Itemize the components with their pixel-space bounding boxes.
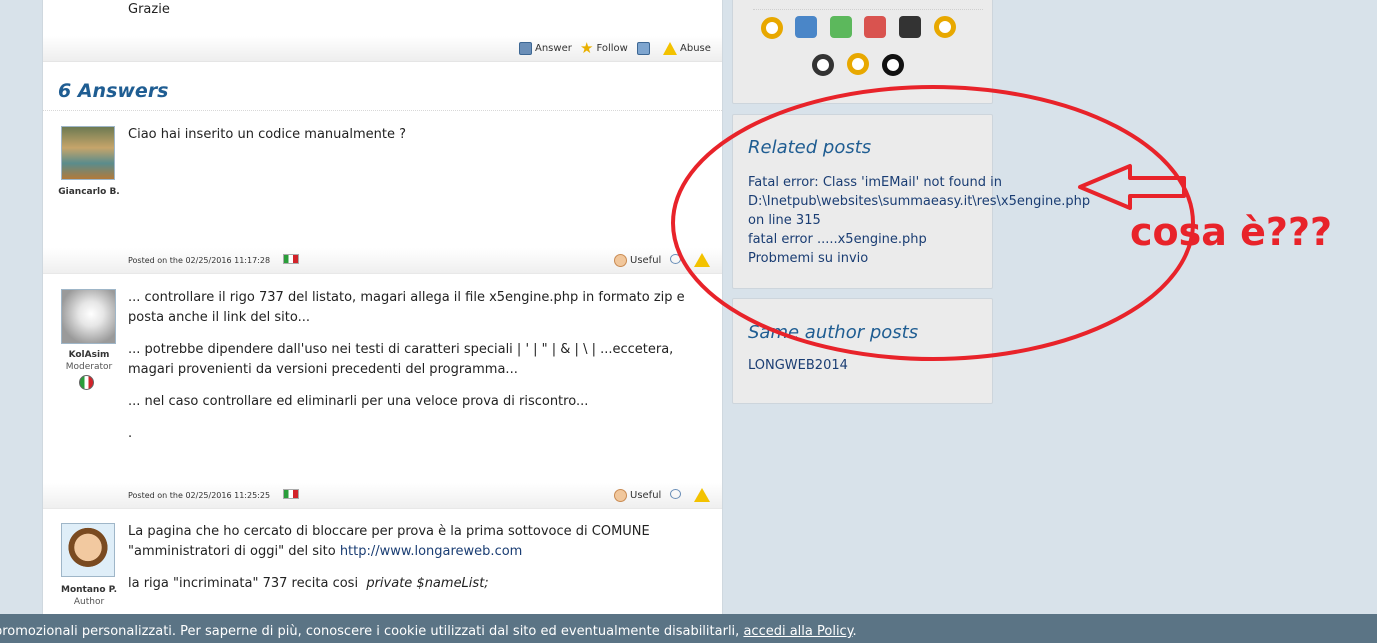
same-author-list: LONGWEB2014	[748, 356, 848, 375]
same-author-title: Same author posts	[748, 322, 919, 343]
quote-button[interactable]	[670, 489, 681, 499]
annotation-arrow-icon	[1078, 164, 1186, 210]
author-name[interactable]: Giancarlo B.	[43, 187, 135, 197]
divider	[753, 9, 983, 10]
related-posts-list: Fatal error: Class 'imEMail' not found i…	[748, 173, 1090, 268]
answer-paragraph: ... controllare il rigo 737 del listato,…	[128, 290, 685, 325]
answer-item: Giancarlo B. Ciao hai inserito un codice…	[43, 118, 722, 276]
app-icon[interactable]	[812, 54, 834, 76]
answer-footer: Posted on the 02/25/2016 11:17:28 Useful	[43, 248, 722, 274]
share-icon	[637, 42, 650, 55]
answer-paragraph: ... potrebbe dipendere dall'uso nei test…	[128, 342, 674, 377]
related-posts-box: Related posts Fatal error: Class 'imEMai…	[732, 114, 1090, 289]
moderator-badge-icon	[79, 375, 94, 390]
flag-italy-icon	[283, 489, 299, 499]
quote-icon	[670, 254, 681, 264]
related-posts-title: Related posts	[748, 137, 872, 158]
answer-label: Answer	[535, 43, 572, 54]
follow-label: Follow	[596, 43, 628, 54]
answer-text: Ciao hai inserito un codice manualmente …	[128, 125, 688, 157]
related-post-link[interactable]: Fatal error: Class 'imEMail' not found i…	[748, 173, 1090, 192]
answer-paragraph: .	[128, 426, 133, 441]
app-icon[interactable]	[847, 53, 869, 75]
abuse-label: Abuse	[680, 43, 711, 54]
share-button[interactable]	[637, 42, 650, 55]
author-role: Author	[73, 597, 105, 607]
hand-icon	[614, 489, 627, 502]
related-post-link[interactable]: D:\Inetpub\websites\summaeasy.it\res\x5e…	[748, 192, 1090, 211]
author-name[interactable]: KolAsim	[43, 350, 135, 360]
useful-label: Useful	[630, 490, 662, 501]
paragraph-text: la riga "incriminata" 737 recita cosi	[128, 576, 359, 591]
posted-date: Posted on the 02/25/2016 11:25:25	[128, 491, 271, 500]
useful-label: Useful	[630, 255, 662, 266]
badge-icon[interactable]	[795, 16, 817, 38]
question-text: Grazie	[128, 2, 170, 17]
flag-italy-icon	[283, 254, 299, 264]
site-link[interactable]: http://www.longareweb.com	[340, 544, 523, 559]
useful-button[interactable]: Useful	[614, 254, 661, 267]
app-icon[interactable]	[934, 16, 956, 38]
gallery-icon[interactable]	[899, 16, 921, 38]
useful-button[interactable]: Useful	[614, 489, 661, 502]
warning-icon	[663, 42, 677, 55]
answer-paragraph: ... nel caso controllare ed eliminarli p…	[128, 394, 589, 409]
cookie-tail: .	[852, 624, 857, 639]
divider	[43, 110, 722, 111]
annotation-text: cosa è???	[1130, 210, 1333, 254]
related-post-link[interactable]: on line 315	[748, 211, 1090, 230]
avatar[interactable]	[61, 126, 115, 180]
abuse-button[interactable]: Abuse	[663, 42, 711, 55]
cookie-policy-link[interactable]: accedi alla Policy	[743, 624, 852, 639]
report-warning-icon[interactable]	[694, 488, 710, 502]
answer-text: La pagina che ho cercato di bloccare per…	[128, 522, 688, 606]
star-icon: ★	[580, 39, 594, 57]
app-icon[interactable]	[761, 17, 783, 39]
answer-footer: Posted on the 02/25/2016 11:25:25 Useful	[43, 483, 722, 509]
question-actions-bar: Answer ★ Follow Abuse	[43, 36, 722, 62]
answer-item: KolAsim Moderator ... controllare il rig…	[43, 276, 722, 512]
follow-button[interactable]: ★ Follow	[580, 39, 628, 57]
same-author-box: Same author posts LONGWEB2014	[732, 298, 993, 404]
report-warning-icon[interactable]	[694, 253, 710, 267]
quote-button[interactable]	[670, 254, 681, 264]
news-icon[interactable]	[864, 16, 886, 38]
answer-paragraph: Ciao hai inserito un codice manualmente …	[128, 127, 407, 142]
main-column: Grazie Answer ★ Follow Abuse 6 Answers G…	[42, 0, 723, 643]
code-snippet: private $nameList;	[366, 576, 489, 591]
answers-title: 6 Answers	[58, 80, 169, 102]
hand-icon	[614, 254, 627, 267]
answer-paragraph: la riga "incriminata" 737 recita cosi pr…	[128, 574, 688, 594]
answer-item: Montano P. Author La pagina che ho cerca…	[43, 512, 722, 614]
icons-box	[732, 0, 993, 104]
quote-icon	[670, 489, 681, 499]
cookie-bar: promozionali personalizzati. Per saperne…	[0, 614, 1377, 643]
related-post-link[interactable]: Probmemi su invio	[748, 249, 1090, 268]
posted-date: Posted on the 02/25/2016 11:17:28	[128, 256, 271, 265]
app-icon[interactable]	[882, 54, 904, 76]
answer-button[interactable]: Answer	[519, 42, 572, 55]
answer-text: ... controllare il rigo 737 del listato,…	[128, 288, 688, 456]
avatar[interactable]	[61, 523, 115, 577]
same-author-link[interactable]: LONGWEB2014	[748, 356, 848, 375]
author-role: Moderator	[65, 362, 113, 372]
avatar[interactable]	[61, 289, 116, 344]
answer-paragraph: La pagina che ho cercato di bloccare per…	[128, 522, 688, 562]
answer-icon	[519, 42, 532, 55]
related-post-link[interactable]: fatal error .....x5engine.php	[748, 230, 1090, 249]
author-name[interactable]: Montano P.	[43, 585, 135, 595]
check-icon[interactable]	[830, 16, 852, 38]
cookie-text: promozionali personalizzati. Per saperne…	[0, 624, 740, 639]
